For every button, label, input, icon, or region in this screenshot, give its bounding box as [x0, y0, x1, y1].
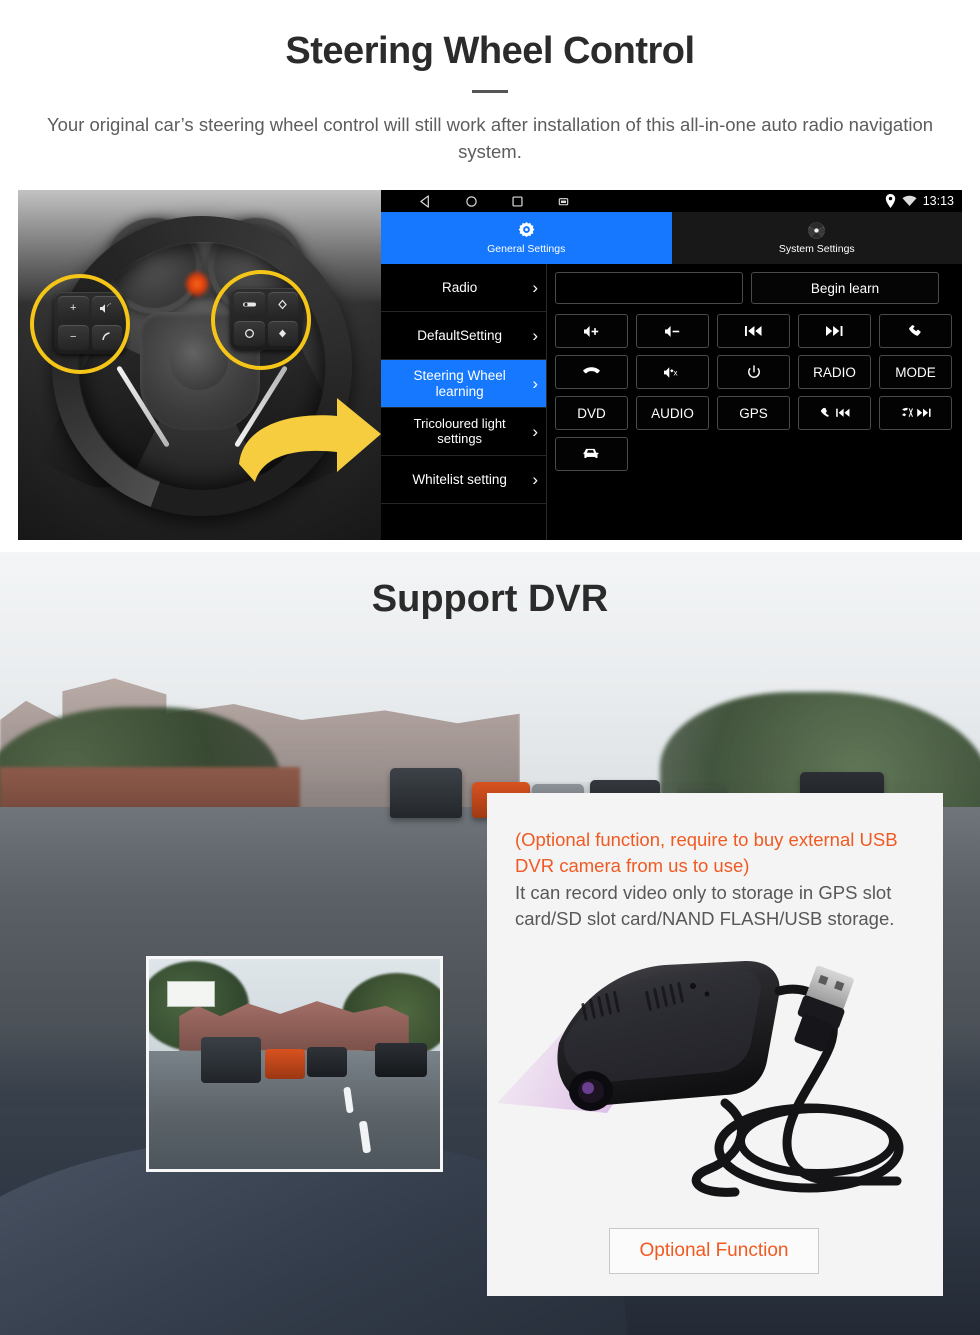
status-bar-right: 13:13 — [885, 190, 954, 212]
begin-learn-button[interactable]: Begin learn — [751, 272, 939, 304]
tab-general-settings-label: General Settings — [487, 243, 566, 255]
key-power[interactable] — [717, 355, 790, 389]
chevron-right-icon: › — [532, 373, 538, 393]
android-nav-icons — [419, 194, 570, 208]
settings-menu-list: Radio › DefaultSetting › Steering Wheel … — [381, 264, 547, 540]
product-feature-page: Steering Wheel Control Your original car… — [0, 0, 980, 1335]
android-status-bar: 13:13 — [381, 190, 962, 212]
menu-item-steering-wheel-learning-label: Steering Wheel learning — [413, 367, 506, 399]
dvr-info-panel: (Optional function, require to buy exter… — [487, 793, 943, 1296]
page-title: Steering Wheel Control — [285, 30, 695, 72]
status-bar-clock: 13:13 — [922, 194, 954, 208]
screenshot-icon[interactable] — [557, 195, 570, 208]
pointing-arrow-icon — [239, 398, 381, 482]
menu-item-default-setting[interactable]: DefaultSetting › — [381, 312, 546, 360]
chevron-right-icon: › — [532, 325, 538, 345]
key-audio[interactable]: AUDIO — [636, 396, 709, 430]
tab-system-settings-label: System Settings — [778, 243, 855, 255]
preview-billboard — [167, 981, 215, 1007]
dvr-optional-note: (Optional function, require to buy exter… — [515, 829, 898, 877]
menu-item-default-setting-label: DefaultSetting — [417, 327, 503, 343]
dashcam-preview-image — [146, 956, 443, 1172]
menu-item-whitelist-setting-label: Whitelist setting — [412, 471, 507, 487]
chevron-right-icon: › — [532, 277, 538, 297]
key-mute[interactable]: x — [636, 355, 709, 389]
menu-item-whitelist-setting[interactable]: Whitelist setting › — [381, 456, 546, 504]
key-gps[interactable]: GPS — [717, 396, 790, 430]
key-volume-down[interactable] — [636, 314, 709, 348]
title-divider — [472, 89, 508, 93]
menu-item-tricoloured-light-settings-label: Tricoloured light settings — [413, 415, 506, 446]
menu-item-radio-label: Radio — [442, 279, 478, 295]
dvr-section-title: Support DVR — [371, 578, 609, 620]
preview-car-suv — [201, 1037, 261, 1083]
menu-item-steering-wheel-learning[interactable]: Steering Wheel learning › — [381, 360, 546, 408]
steering-key-grid: x RADIO MODE DVD AUDIO GPS — [555, 314, 952, 471]
key-volume-up[interactable] — [555, 314, 628, 348]
optional-function-button[interactable]: Optional Function — [609, 1228, 819, 1274]
preview-car-orange — [265, 1049, 305, 1079]
steering-wheel-learning-panel: Begin learn x RADIO MODE DVD AUDIO GPS — [547, 264, 962, 540]
key-call-previous[interactable] — [798, 396, 871, 430]
learning-key-input[interactable] — [555, 272, 743, 304]
head-unit-screen: 13:13 General Settings System Settings R… — [381, 190, 962, 540]
steering-wheel-photo: + − — [18, 190, 381, 540]
steering-wheel-media-strip: + − 13:13 General Settings System Settin… — [18, 190, 962, 540]
key-dvd[interactable]: DVD — [555, 396, 628, 430]
key-previous-track[interactable] — [717, 314, 790, 348]
highlight-circle-right — [211, 270, 311, 370]
preview-car-dark — [307, 1047, 347, 1077]
key-radio[interactable]: RADIO — [798, 355, 871, 389]
location-pin-icon — [885, 194, 895, 208]
preview-car-right — [375, 1043, 427, 1077]
car-suv — [390, 768, 462, 818]
back-triangle-icon[interactable] — [419, 194, 432, 208]
learning-top-row: Begin learn — [555, 272, 952, 304]
tab-system-settings[interactable]: System Settings — [671, 212, 962, 264]
key-call-hangup[interactable] — [555, 355, 628, 389]
tab-general-settings[interactable]: General Settings — [381, 212, 672, 264]
key-callend-next[interactable] — [879, 396, 952, 430]
home-circle-icon[interactable] — [465, 195, 478, 208]
chevron-right-icon: › — [532, 421, 538, 441]
key-next-track[interactable] — [798, 314, 871, 348]
svg-text:x: x — [673, 368, 677, 377]
menu-item-radio[interactable]: Radio › — [381, 264, 546, 312]
menu-item-tricoloured-light-settings[interactable]: Tricoloured light settings › — [381, 408, 546, 456]
gear-icon — [518, 221, 535, 238]
aperture-icon — [808, 222, 825, 239]
chevron-right-icon: › — [532, 469, 538, 489]
recents-square-icon[interactable] — [511, 195, 524, 208]
highlight-circle-left — [30, 274, 130, 374]
page-subtitle: Your original car’s steering wheel contr… — [46, 113, 934, 163]
steering-wheel-control-section: Steering Wheel Control Your original car… — [0, 0, 980, 552]
key-car[interactable] — [555, 437, 628, 471]
head-unit-tabs: General Settings System Settings — [381, 212, 962, 264]
key-call-answer[interactable] — [879, 314, 952, 348]
usb-dvr-camera-image — [497, 960, 904, 1197]
head-unit-body: Radio › DefaultSetting › Steering Wheel … — [381, 264, 962, 540]
key-mode[interactable]: MODE — [879, 355, 952, 389]
wifi-icon — [902, 195, 917, 206]
dvr-storage-note: It can record video only to storage in G… — [515, 881, 895, 929]
